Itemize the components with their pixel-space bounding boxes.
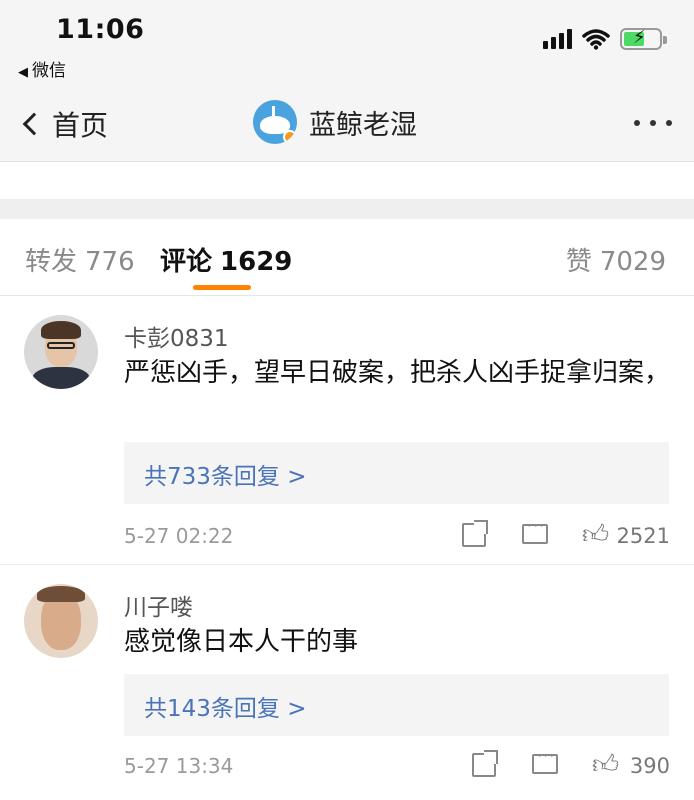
section-divider [0, 199, 694, 219]
wifi-icon [582, 29, 610, 50]
tab-like-count: 7029 [599, 247, 666, 277]
replies-box[interactable]: 共143条回复 > [124, 674, 669, 736]
nav-back-button[interactable]: 首页 [20, 104, 108, 144]
status-bar: 11:06 ◀ 微信 ⚡ [0, 0, 694, 86]
cellular-signal-icon [543, 29, 572, 49]
nav-bar: 首页 蓝鲸老湿 [0, 86, 694, 162]
nav-back-label: 首页 [52, 109, 109, 142]
like-count: 2521 [616, 524, 670, 548]
back-triangle-icon: ◀ [18, 65, 28, 80]
dot-icon [634, 120, 640, 126]
comment-time: 5-27 13:34 [124, 754, 234, 778]
more-options-button[interactable] [634, 120, 672, 126]
tab-repost-count: 776 [85, 247, 135, 277]
profile-avatar[interactable] [253, 100, 297, 144]
replies-link[interactable]: 共143条回复 > [144, 689, 306, 723]
comment-item: 卡彭0831 严惩凶手，望早日破案，把杀人凶手捉拿归案， 共733条回复 > 5… [0, 297, 694, 565]
status-icons: ⚡ [543, 27, 667, 50]
content-area [0, 163, 694, 199]
comment-username[interactable]: 卡彭0831 [124, 319, 229, 353]
replies-box[interactable]: 共733条回复 > [124, 442, 669, 504]
share-icon[interactable] [472, 750, 498, 777]
replies-link[interactable]: 共733条回复 > [144, 457, 306, 491]
verified-badge-icon [283, 130, 297, 144]
comment-icon[interactable] [532, 746, 558, 774]
comment-text: 严惩凶手，望早日破案，把杀人凶手捉拿归案， [124, 358, 671, 388]
comment-text: 感觉像日本人干的事 [124, 627, 359, 657]
battery-icon: ⚡ [620, 27, 667, 50]
tab-repost[interactable]: 转发 776 [25, 241, 135, 278]
tab-like-label: 赞 [565, 247, 592, 277]
share-icon[interactable] [462, 520, 488, 547]
back-to-app-link[interactable]: ◀ 微信 [18, 56, 66, 81]
comment-username[interactable]: 川子喽 [124, 588, 193, 622]
comment-meta: 5-27 02:22 👍︎ 2521 [124, 516, 670, 555]
dot-icon [650, 120, 656, 126]
tab-comment-label: 评论 [160, 247, 213, 277]
comment-item: 川子喽 感觉像日本人干的事 共143条回复 > 5-27 13:34 👍︎ 39… [0, 566, 694, 800]
tab-repost-label: 转发 [25, 247, 78, 277]
comment-meta: 5-27 13:34 👍︎ 390 [124, 746, 670, 785]
avatar[interactable] [24, 584, 98, 658]
chevron-left-icon [22, 112, 46, 136]
thumbs-up-icon[interactable]: 👍︎ [582, 519, 609, 550]
dot-icon [666, 120, 672, 126]
active-tab-indicator [193, 285, 251, 290]
back-app-label: 微信 [32, 61, 66, 81]
tab-comment[interactable]: 评论 1629 [160, 241, 292, 278]
tab-bar: 转发 776 评论 1629 赞 7029 [0, 219, 694, 296]
like-count: 390 [629, 754, 670, 778]
thumbs-up-icon[interactable]: 👍︎ [592, 749, 619, 780]
tab-comment-count: 1629 [220, 247, 293, 277]
tab-like[interactable]: 赞 7029 [566, 241, 666, 278]
avatar[interactable] [24, 315, 98, 389]
nav-profile[interactable]: 蓝鲸老湿 [253, 100, 417, 144]
status-time: 11:06 [56, 14, 145, 45]
comment-icon[interactable] [522, 516, 548, 544]
comment-time: 5-27 02:22 [124, 524, 234, 548]
page-title: 蓝鲸老湿 [309, 109, 417, 141]
